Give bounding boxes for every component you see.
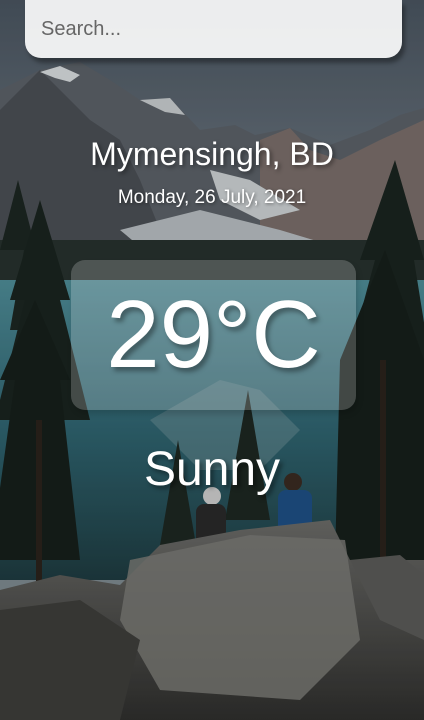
weather-app: Mymensingh, BD Monday, 26 July, 2021 29°… (0, 0, 424, 720)
temperature-card: 29°C (71, 260, 356, 410)
search-bar (25, 0, 402, 58)
weather-condition: Sunny (143, 443, 281, 496)
temperature-value: 29°C (106, 281, 321, 388)
location-name: Mymensingh, BD (90, 136, 334, 172)
search-input[interactable] (25, 0, 402, 58)
current-date: Monday, 26 July, 2021 (117, 187, 307, 208)
